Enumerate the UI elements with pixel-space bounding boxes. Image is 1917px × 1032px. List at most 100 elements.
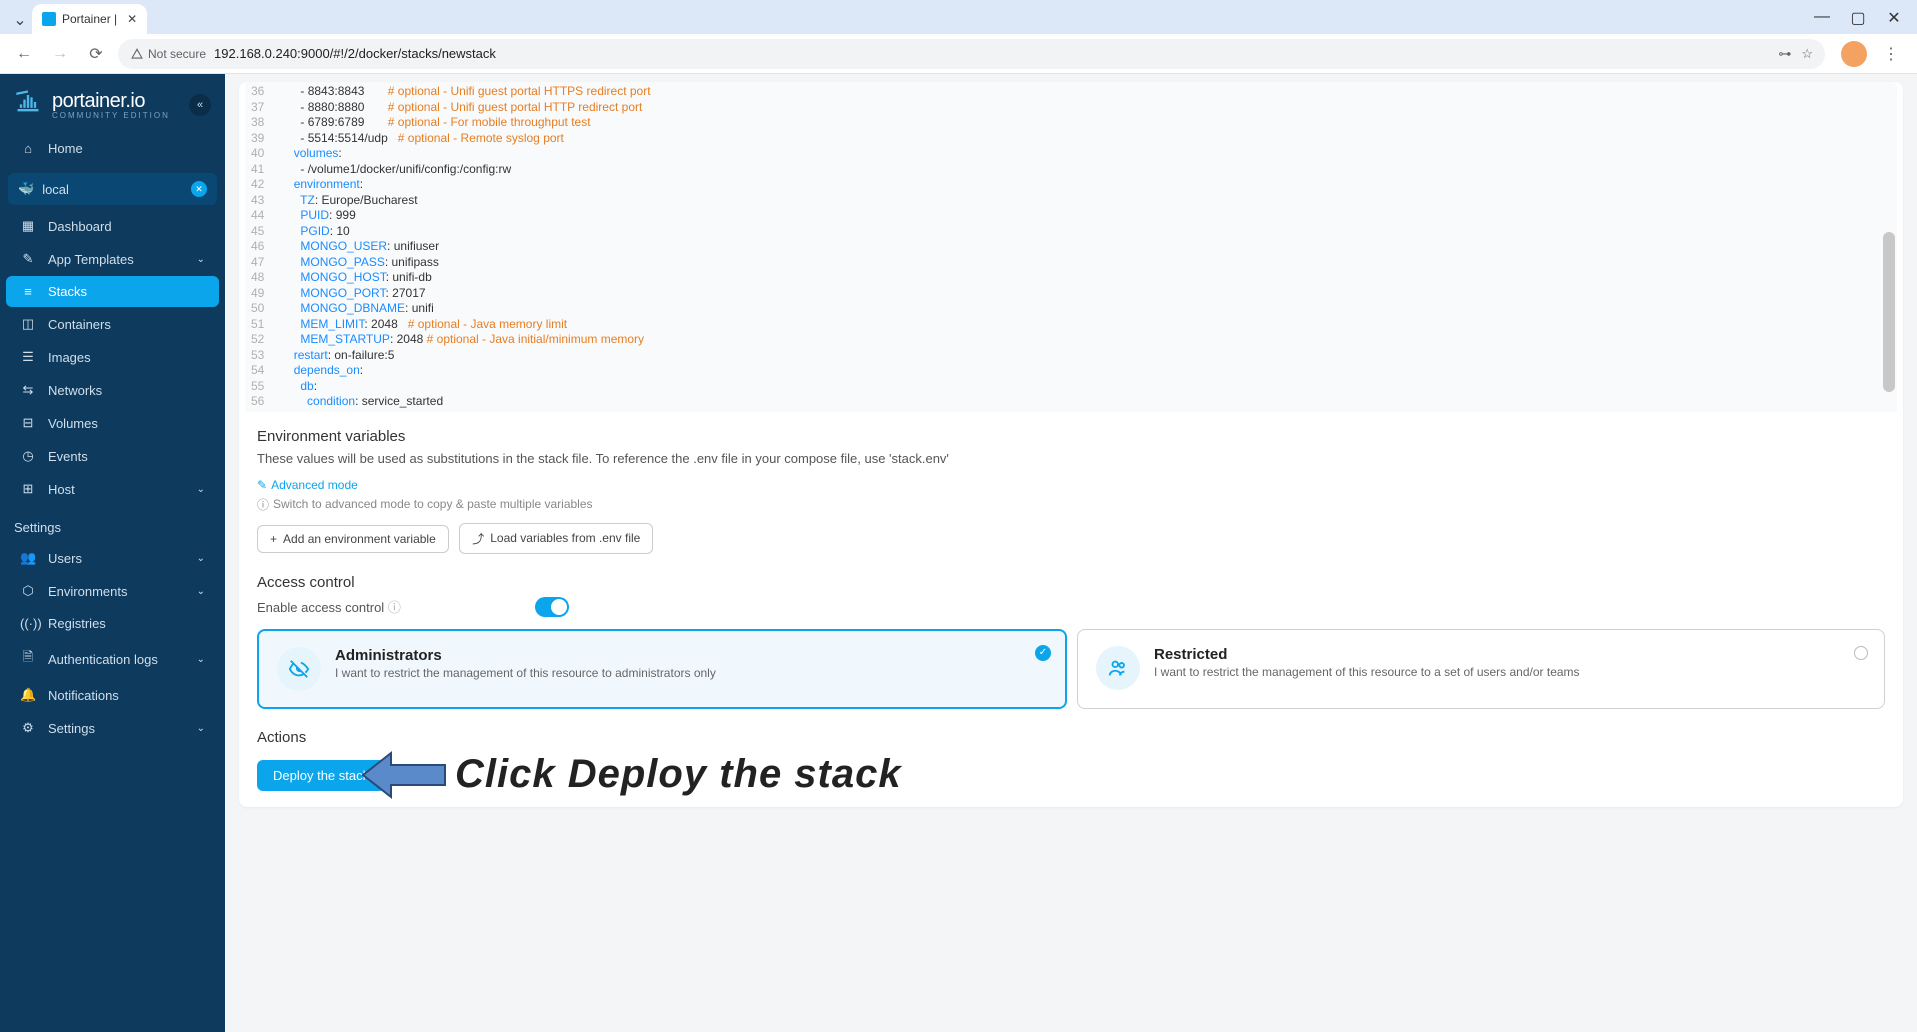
access-card-restricted[interactable]: Restricted I want to restrict the manage…	[1077, 629, 1885, 709]
window-controls: — ▢ ✕	[1799, 2, 1917, 34]
containers-icon: ◫	[20, 316, 36, 332]
minimize-icon[interactable]: —	[1813, 8, 1831, 28]
deploy-stack-button[interactable]: Deploy the stack	[257, 760, 385, 791]
info-icon: ⓘ	[257, 496, 269, 513]
annotation-text: Click Deploy the stack	[455, 752, 902, 797]
advanced-mode-hint: ⓘ Switch to advanced mode to copy & past…	[257, 496, 1885, 513]
yaml-editor[interactable]: 3637383940414243444546474849505152535455…	[245, 82, 1897, 412]
tab-favicon-icon	[42, 12, 56, 26]
unselected-radio-icon	[1854, 646, 1868, 660]
portainer-logo-icon	[14, 88, 42, 122]
warning-icon	[130, 47, 144, 61]
docker-icon: 🐳	[18, 181, 34, 197]
chevron-down-icon: ⌄	[197, 484, 205, 495]
users-icon	[1096, 646, 1140, 690]
reg-icon: ((·))	[20, 616, 36, 631]
plus-icon: +	[270, 532, 277, 546]
edit-icon: ✎	[257, 478, 267, 492]
main-content: 3637383940414243444546474849505152535455…	[225, 74, 1917, 1032]
env-icon: ⬡	[20, 583, 36, 599]
sidebar-item-images[interactable]: ☰ Images	[6, 341, 219, 373]
sidebar-settings-environments[interactable]: ⬡ Environments⌄	[6, 575, 219, 607]
enable-access-label: Enable access control ⓘ	[257, 597, 401, 616]
admin-card-title: Administrators	[335, 647, 716, 664]
key-icon[interactable]: ⊶	[1778, 46, 1791, 62]
editor-scrollbar[interactable]	[1883, 232, 1895, 392]
eye-off-icon	[277, 647, 321, 691]
add-env-var-button[interactable]: + Add an environment variable	[257, 525, 449, 553]
access-control-section: Access control Enable access control ⓘ A…	[239, 570, 1903, 725]
images-icon: ☰	[20, 349, 36, 365]
restricted-card-desc: I want to restrict the management of thi…	[1154, 665, 1580, 679]
notif-icon: 🔔	[20, 687, 36, 703]
close-window-icon[interactable]: ✕	[1885, 8, 1903, 28]
nav-reload-icon[interactable]: ⟳	[82, 40, 110, 68]
access-control-toggle[interactable]	[535, 597, 569, 617]
url-text: 192.168.0.240:9000/#!/2/docker/stacks/ne…	[214, 46, 496, 61]
sidebar-collapse-icon[interactable]: «	[189, 94, 211, 116]
env-section-title: Environment variables	[257, 428, 1885, 445]
browser-tabbar: ⌄ Portainer | ✕ — ▢ ✕	[0, 0, 1917, 34]
sidebar-settings-notifications[interactable]: 🔔 Notifications	[6, 679, 219, 711]
code-area[interactable]: - 8843:8843 # optional - Unifi guest por…	[274, 82, 1897, 412]
settings-section-label: Settings	[0, 506, 225, 541]
line-gutter: 3637383940414243444546474849505152535455…	[245, 82, 274, 412]
annotation-overlay: Click Deploy the stack	[359, 747, 902, 803]
load-env-file-button[interactable]: ⤴ Load variables from .env file	[459, 523, 653, 554]
nav-back-icon[interactable]: ←	[10, 40, 38, 68]
not-secure-badge: Not secure	[130, 47, 206, 61]
chevron-down-icon: ⌄	[197, 723, 205, 734]
access-title: Access control	[257, 574, 1885, 591]
logo-text: portainer.io	[52, 90, 170, 113]
advanced-mode-link[interactable]: ✎ Advanced mode	[257, 478, 358, 492]
browser-menu-icon[interactable]: ⋮	[1875, 44, 1907, 64]
access-card-administrators[interactable]: Administrators I want to restrict the ma…	[257, 629, 1067, 709]
chevron-down-icon: ⌄	[197, 254, 205, 265]
logo: portainer.io COMMUNITY EDITION «	[0, 74, 225, 132]
help-icon[interactable]: ⓘ	[388, 600, 401, 615]
sidebar-settings-authentication-logs[interactable]: 🗎 Authentication logs⌄	[6, 640, 219, 678]
env-section-desc: These values will be used as substitutio…	[257, 451, 1885, 466]
tab-dropdown-icon[interactable]: ⌄	[8, 6, 32, 34]
sidebar-item-networks[interactable]: ⇆ Networks	[6, 374, 219, 406]
sidebar-settings-settings[interactable]: ⚙ Settings⌄	[6, 712, 219, 744]
sidebar-item-app-templates[interactable]: ✎ App Templates⌄	[6, 243, 219, 275]
networks-icon: ⇆	[20, 382, 36, 398]
sidebar-item-home[interactable]: ⌂ Home	[6, 133, 219, 164]
chevron-down-icon: ⌄	[197, 654, 205, 665]
sidebar-item-events[interactable]: ◷ Events	[6, 440, 219, 472]
users-icon: 👥	[20, 550, 36, 566]
tab-close-icon[interactable]: ✕	[127, 12, 137, 26]
selected-check-icon: ✓	[1035, 645, 1051, 661]
home-icon: ⌂	[20, 141, 36, 156]
profile-avatar[interactable]	[1841, 41, 1867, 67]
admin-card-desc: I want to restrict the management of thi…	[335, 666, 716, 680]
sidebar-settings-users[interactable]: 👥 Users⌄	[6, 542, 219, 574]
environment-selector[interactable]: 🐳 local ✕	[8, 173, 217, 205]
sidebar-settings-registries[interactable]: ((·)) Registries	[6, 608, 219, 639]
sidebar-item-stacks[interactable]: ≡ Stacks	[6, 276, 219, 307]
events-icon: ◷	[20, 448, 36, 464]
url-bar[interactable]: Not secure 192.168.0.240:9000/#!/2/docke…	[118, 39, 1825, 69]
host-icon: ⊞	[20, 481, 36, 497]
env-close-icon[interactable]: ✕	[191, 181, 207, 197]
sidebar-item-containers[interactable]: ◫ Containers	[6, 308, 219, 340]
actions-section: Actions Deploy the stack Click Deploy th…	[239, 725, 1903, 807]
logo-subtitle: COMMUNITY EDITION	[52, 111, 170, 120]
gear-icon: ⚙	[20, 720, 36, 736]
template-icon: ✎	[20, 251, 36, 267]
volumes-icon: ⊟	[20, 415, 36, 431]
restricted-card-title: Restricted	[1154, 646, 1580, 663]
env-variables-section: Environment variables These values will …	[239, 412, 1903, 570]
sidebar-item-dashboard[interactable]: ▦ Dashboard	[6, 210, 219, 242]
sidebar-item-host[interactable]: ⊞ Host⌄	[6, 473, 219, 505]
dashboard-icon: ▦	[20, 218, 36, 234]
maximize-icon[interactable]: ▢	[1849, 8, 1867, 28]
sidebar: portainer.io COMMUNITY EDITION « ⌂ Home …	[0, 74, 225, 1032]
chevron-down-icon: ⌄	[197, 553, 205, 564]
sidebar-item-volumes[interactable]: ⊟ Volumes	[6, 407, 219, 439]
bookmark-icon[interactable]: ☆	[1801, 46, 1813, 62]
stacks-icon: ≡	[20, 284, 36, 299]
browser-tab[interactable]: Portainer | ✕	[32, 4, 147, 34]
nav-forward-icon[interactable]: →	[46, 40, 74, 68]
